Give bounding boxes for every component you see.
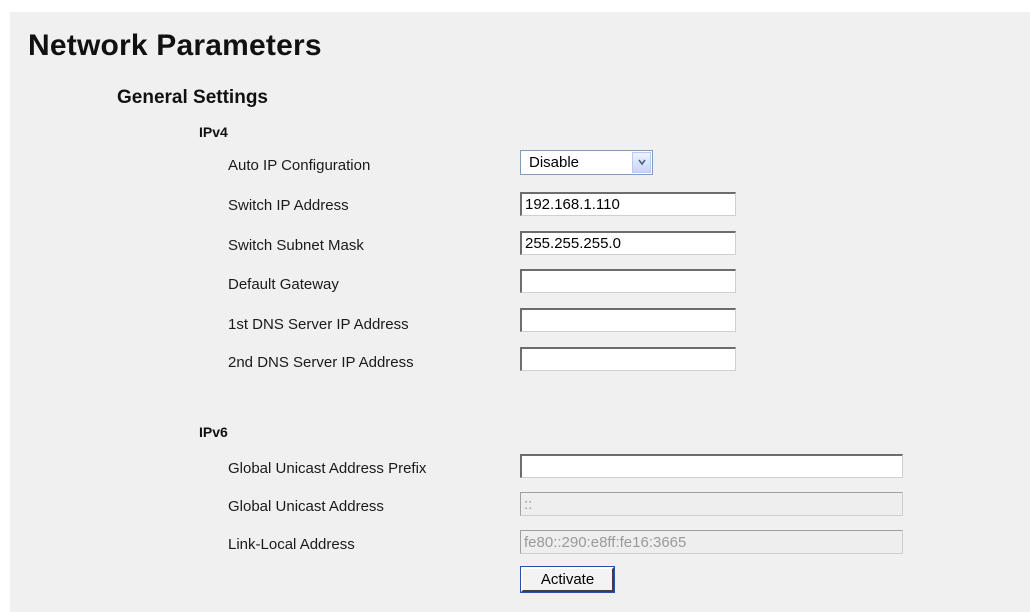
ipv6-heading: IPv6 — [199, 424, 228, 440]
switch-ip-input[interactable] — [520, 192, 736, 216]
unicast-address-input — [520, 492, 903, 516]
dns1-label: 1st DNS Server IP Address — [228, 316, 409, 333]
gateway-input[interactable] — [520, 269, 736, 293]
unicast-address-label: Global Unicast Address — [228, 498, 384, 515]
unicast-prefix-label: Global Unicast Address Prefix — [228, 460, 427, 477]
dns2-label: 2nd DNS Server IP Address — [228, 354, 414, 371]
auto-ip-select[interactable]: Disable — [520, 150, 653, 175]
auto-ip-label: Auto IP Configuration — [228, 157, 371, 174]
settings-panel: Network Parameters General Settings IPv4… — [10, 12, 1030, 612]
dns2-input[interactable] — [520, 347, 736, 371]
chevron-down-icon — [638, 159, 646, 166]
subnet-mask-input[interactable] — [520, 231, 736, 255]
auto-ip-select-value: Disable — [529, 154, 580, 171]
dns1-input[interactable] — [520, 308, 736, 332]
unicast-prefix-input[interactable] — [520, 454, 903, 478]
dropdown-button[interactable] — [632, 152, 651, 173]
gateway-label: Default Gateway — [228, 276, 339, 293]
ipv4-heading: IPv4 — [199, 124, 228, 140]
subnet-mask-label: Switch Subnet Mask — [228, 237, 364, 254]
section-subtitle: General Settings — [117, 87, 268, 108]
link-local-label: Link-Local Address — [228, 536, 355, 553]
link-local-input — [520, 530, 903, 554]
switch-ip-label: Switch IP Address — [228, 197, 349, 214]
activate-button[interactable]: Activate — [521, 567, 614, 592]
page-title: Network Parameters — [28, 29, 322, 62]
